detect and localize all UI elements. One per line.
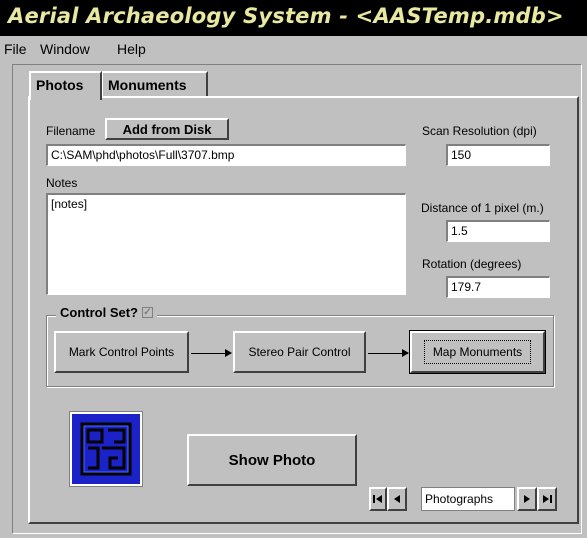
tab-photos-label: Photos <box>36 77 84 93</box>
menu-bar: File Window Help <box>0 38 587 60</box>
tab-photos[interactable]: Photos <box>29 71 102 100</box>
previous-record-button[interactable] <box>387 487 407 511</box>
rotation-label: Rotation (degrees) <box>422 257 522 271</box>
arrow-right-icon <box>191 349 232 357</box>
last-record-icon <box>543 495 552 503</box>
pixel-distance-label: Distance of 1 pixel (m.) <box>421 201 544 215</box>
add-from-disk-button-label: Add from Disk <box>122 121 212 137</box>
menu-file[interactable]: File <box>4 41 27 57</box>
last-record-button[interactable] <box>537 487 557 511</box>
previous-record-icon <box>394 495 400 503</box>
tab-monuments-label: Monuments <box>108 77 187 93</box>
next-record-button[interactable] <box>517 487 537 511</box>
first-record-button[interactable] <box>369 487 387 511</box>
filename-label: Filename <box>46 124 96 138</box>
window-title: Aerial Archaeology System - <AASTemp.mdb… <box>8 4 564 28</box>
stereo-pair-control-label: Stereo Pair Control <box>248 345 351 359</box>
control-set-label: Control Set? <box>60 305 138 320</box>
maze-logo-icon <box>80 422 132 476</box>
menu-help[interactable]: Help <box>117 41 146 57</box>
mark-control-points-button[interactable]: Mark Control Points <box>54 331 189 373</box>
next-record-icon <box>524 495 530 503</box>
show-photo-button[interactable]: Show Photo <box>187 434 357 486</box>
notes-field[interactable]: [notes] <box>46 193 406 295</box>
current-record-label: Photographs <box>421 487 515 511</box>
mark-control-points-label: Mark Control Points <box>68 345 175 359</box>
app-logo-icon <box>69 411 143 487</box>
map-monuments-button[interactable]: Map Monuments <box>409 330 546 374</box>
rotation-field[interactable]: 179.7 <box>446 276 550 298</box>
scan-resolution-field[interactable]: 150 <box>446 144 550 166</box>
pixel-distance-field[interactable]: 1.5 <box>446 220 550 242</box>
arrow-right-icon <box>368 349 409 357</box>
map-monuments-label: Map Monuments <box>423 340 532 364</box>
tab-monuments[interactable]: Monuments <box>101 71 208 97</box>
notes-label: Notes <box>46 176 78 190</box>
menu-window[interactable]: Window <box>40 41 90 57</box>
first-record-icon <box>373 495 382 503</box>
show-photo-label: Show Photo <box>228 451 316 469</box>
scan-resolution-label: Scan Resolution (dpi) <box>422 124 537 138</box>
record-navigator: Photographs <box>369 487 565 511</box>
control-set-title: Control Set? ✓ <box>56 305 157 320</box>
stereo-pair-control-button[interactable]: Stereo Pair Control <box>233 331 366 373</box>
title-bar: Aerial Archaeology System - <AASTemp.mdb… <box>0 0 587 36</box>
control-set-checkbox[interactable]: ✓ <box>142 307 153 318</box>
add-from-disk-button[interactable]: Add from Disk <box>105 118 229 140</box>
filename-field[interactable]: C:\SAM\phd\photos\Full\3707.bmp <box>46 144 406 166</box>
